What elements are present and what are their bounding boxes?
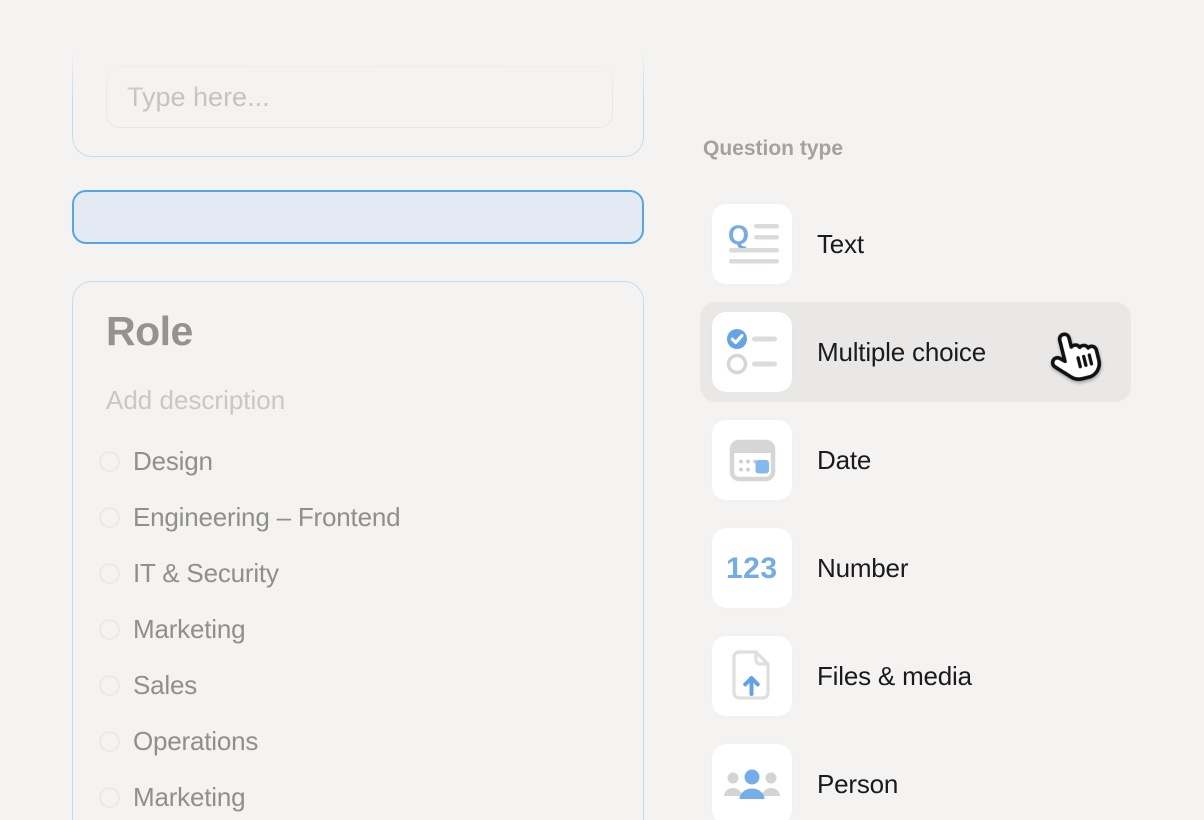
question-type-label: Number	[817, 553, 908, 584]
radio-option-label: Operations	[133, 726, 258, 757]
question-title[interactable]: Role	[106, 308, 193, 355]
radio-option-label: IT & Security	[133, 558, 279, 589]
radio-option-row[interactable]: Design	[99, 433, 400, 489]
radio-option-row[interactable]: Marketing	[99, 601, 400, 657]
radio-button-icon[interactable]	[99, 507, 120, 528]
radio-option-row[interactable]: Marketing	[99, 769, 400, 820]
question-type-item-number[interactable]: 123 Number	[700, 518, 1131, 618]
number-123-icon: 123	[712, 528, 792, 608]
question-type-item-multiple-choice[interactable]: Multiple choice	[700, 302, 1131, 402]
radio-option-label: Marketing	[133, 614, 245, 645]
radio-button-icon[interactable]	[99, 563, 120, 584]
q-letter: Q	[728, 220, 749, 250]
question-type-heading: Question type	[703, 137, 843, 161]
question-description-placeholder[interactable]: Add description	[106, 385, 285, 416]
multiple-choice-icon	[712, 312, 792, 392]
radio-option-label: Sales	[133, 670, 197, 701]
question-type-label: Person	[817, 769, 898, 800]
calendar-icon	[712, 420, 792, 500]
radio-option-label: Design	[133, 446, 213, 477]
radio-option-label: Marketing	[133, 782, 245, 813]
question-type-list: Q Text Multiple choice	[700, 194, 1131, 820]
radio-button-icon[interactable]	[99, 787, 120, 808]
question-card-role[interactable]: Role Add description Design Engineering …	[72, 281, 644, 820]
question-card-text-preview[interactable]	[72, 42, 644, 157]
question-type-label: Text	[817, 229, 864, 260]
person-icon	[712, 744, 792, 820]
radio-option-row[interactable]: Sales	[99, 657, 400, 713]
radio-button-icon[interactable]	[99, 675, 120, 696]
number-digits: 123	[726, 552, 778, 585]
question-type-label: Files & media	[817, 661, 972, 692]
question-type-label: Multiple choice	[817, 337, 986, 368]
form-builder-canvas: Role Add description Design Engineering …	[0, 0, 1204, 820]
file-upload-icon	[712, 636, 792, 716]
selected-question-block[interactable]	[72, 190, 644, 244]
radio-button-icon[interactable]	[99, 619, 120, 640]
text-answer-input[interactable]	[106, 66, 613, 128]
question-type-item-date[interactable]: Date	[700, 410, 1131, 510]
radio-option-label: Engineering – Frontend	[133, 502, 400, 533]
radio-option-row[interactable]: IT & Security	[99, 545, 400, 601]
question-type-item-person[interactable]: Person	[700, 734, 1131, 820]
radio-options-list: Design Engineering – Frontend IT & Secur…	[99, 433, 400, 820]
radio-button-icon[interactable]	[99, 731, 120, 752]
radio-option-row[interactable]: Operations	[99, 713, 400, 769]
question-type-item-text[interactable]: Q Text	[700, 194, 1131, 294]
radio-option-row[interactable]: Engineering – Frontend	[99, 489, 400, 545]
text-question-icon: Q	[712, 204, 792, 284]
question-type-item-files[interactable]: Files & media	[700, 626, 1131, 726]
radio-button-icon[interactable]	[99, 451, 120, 472]
question-type-label: Date	[817, 445, 871, 476]
